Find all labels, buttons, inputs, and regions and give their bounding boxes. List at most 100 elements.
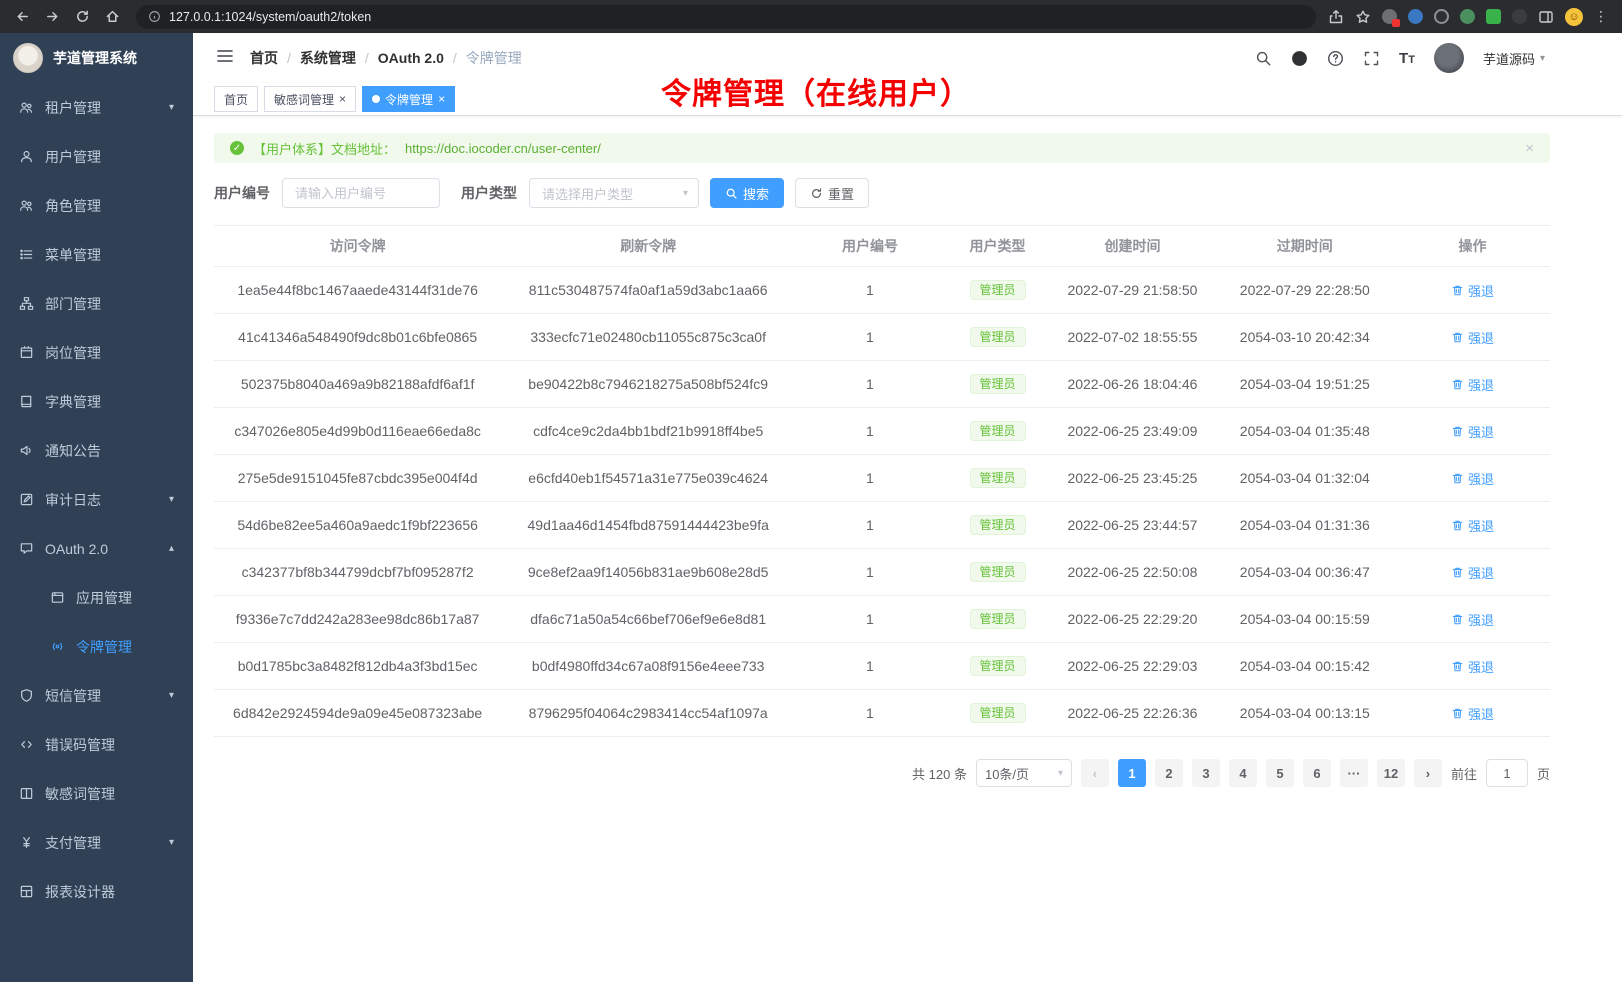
search-icon	[725, 187, 738, 200]
page-button-12[interactable]: 12	[1377, 759, 1405, 787]
extension-icon[interactable]	[1434, 9, 1449, 24]
sidebar-item-audit-log[interactable]: 审计日志 ▾	[0, 475, 193, 524]
browser-profile-avatar[interactable]: ☺	[1565, 8, 1583, 26]
tab-sensitive-word[interactable]: 敏感词管理 ×	[264, 86, 356, 112]
extension-icon[interactable]	[1408, 9, 1423, 24]
trash-icon	[1451, 472, 1464, 485]
reset-button[interactable]: 重置	[795, 178, 869, 208]
tab-home[interactable]: 首页	[214, 86, 258, 112]
sidebar-item-error-code[interactable]: 错误码管理	[0, 720, 193, 769]
collapse-sidebar-button[interactable]	[216, 47, 234, 70]
sidebar-item-report-designer[interactable]: 报表设计器	[0, 867, 193, 916]
force-logout-button[interactable]: 强退	[1451, 610, 1494, 629]
user-id-cell: 1	[795, 314, 945, 361]
sidebar-item-tenant[interactable]: 租户管理 ▾	[0, 83, 193, 132]
force-logout-button[interactable]: 强退	[1451, 281, 1494, 300]
alert-close-icon[interactable]: ×	[1525, 140, 1534, 157]
user-id-input[interactable]	[282, 178, 440, 208]
sidebar-item-post[interactable]: 岗位管理	[0, 328, 193, 377]
sidebar-item-user[interactable]: 用户管理	[0, 132, 193, 181]
access-token-cell: c342377bf8b344799dcbf7bf095287f2	[214, 549, 501, 596]
access-token-cell: f9336e7c7dd242a283ee98dc86b17a87	[214, 596, 501, 643]
share-icon[interactable]	[1328, 9, 1344, 25]
extension-icon[interactable]	[1382, 9, 1397, 24]
side-panel-icon[interactable]	[1538, 9, 1554, 25]
sidebar-item-notice[interactable]: 通知公告	[0, 426, 193, 475]
access-token-cell: 6d842e2924594de9a09e45e087323abe	[214, 690, 501, 737]
force-logout-button[interactable]: 强退	[1451, 422, 1494, 441]
expires-at-cell: 2022-07-29 22:28:50	[1215, 267, 1395, 314]
page-size-select[interactable]: 10条/页 ▾	[976, 759, 1072, 787]
access-token-cell: 502375b8040a469a9b82188afdf6af1f	[214, 361, 501, 408]
breadcrumb-oauth2[interactable]: OAuth 2.0	[378, 50, 444, 66]
table-row: 275e5de9151045fe87cbdc395e004f4d e6cfd40…	[214, 455, 1550, 502]
table-row: 502375b8040a469a9b82188afdf6af1f be90422…	[214, 361, 1550, 408]
page-button-3[interactable]: 3	[1192, 759, 1220, 787]
user-dropdown[interactable]: 芋道源码 ▾	[1483, 49, 1545, 68]
access-token-cell: 1ea5e44f8bc1467aaede43144f31de76	[214, 267, 501, 314]
tab-token[interactable]: 令牌管理 ×	[362, 86, 455, 112]
force-logout-button[interactable]: 强退	[1451, 563, 1494, 582]
page-button-5[interactable]: 5	[1266, 759, 1294, 787]
github-icon[interactable]	[1291, 50, 1308, 67]
prev-page-button[interactable]: ‹	[1081, 759, 1109, 787]
sidebar-item-dict[interactable]: 字典管理	[0, 377, 193, 426]
app-logo[interactable]: 芋道管理系统	[0, 33, 193, 83]
force-logout-button[interactable]: 强退	[1451, 375, 1494, 394]
fullscreen-icon[interactable]	[1363, 50, 1380, 67]
sidebar-item-oauth2[interactable]: OAuth 2.0 ▴	[0, 524, 193, 573]
font-size-icon[interactable]: TT	[1399, 50, 1415, 67]
extensions-puzzle-icon[interactable]	[1486, 9, 1501, 24]
col-expires-at: 过期时间	[1215, 226, 1395, 267]
user-type-select[interactable]: 请选择用户类型 ▾	[529, 178, 699, 208]
force-logout-button[interactable]: 强退	[1451, 704, 1494, 723]
user-type-cell: 管理员	[945, 361, 1051, 408]
access-token-cell: 275e5de9151045fe87cbdc395e004f4d	[214, 455, 501, 502]
page-button-2[interactable]: 2	[1155, 759, 1183, 787]
bookmark-star-icon[interactable]	[1355, 9, 1371, 25]
sidebar-item-oauth2-token[interactable]: 令牌管理	[0, 622, 193, 671]
created-at-cell: 2022-06-25 22:50:08	[1050, 549, 1214, 596]
user-avatar[interactable]	[1434, 43, 1464, 73]
force-logout-button[interactable]: 强退	[1451, 657, 1494, 676]
next-page-button[interactable]: ›	[1414, 759, 1442, 787]
sidebar-item-pay[interactable]: 支付管理 ▾	[0, 818, 193, 867]
help-icon[interactable]	[1327, 50, 1344, 67]
close-icon[interactable]: ×	[339, 93, 346, 105]
search-button[interactable]: 搜索	[710, 178, 784, 208]
browser-menu-icon[interactable]: ⋮	[1594, 8, 1608, 25]
extension-icon[interactable]	[1460, 9, 1475, 24]
action-cell: 强退	[1395, 596, 1550, 643]
url-text: 127.0.0.1:1024/system/oauth2/token	[169, 10, 371, 24]
col-user-type: 用户类型	[945, 226, 1051, 267]
sidebar-item-menu[interactable]: 菜单管理	[0, 230, 193, 279]
sidebar-item-role[interactable]: 角色管理	[0, 181, 193, 230]
address-bar[interactable]: 127.0.0.1:1024/system/oauth2/token	[136, 5, 1316, 29]
table-row: b0d1785bc3a8482f812db4a3f3bd15ec b0df498…	[214, 643, 1550, 690]
search-icon[interactable]	[1255, 50, 1272, 67]
close-icon[interactable]: ×	[438, 93, 445, 105]
sidebar-item-dept[interactable]: 部门管理	[0, 279, 193, 328]
browser-reload-button[interactable]	[70, 5, 94, 29]
alert-text: 【用户体系】文档地址：	[253, 139, 396, 158]
more-pages-button[interactable]: ···	[1340, 759, 1368, 787]
created-at-cell: 2022-07-29 21:58:50	[1050, 267, 1214, 314]
page-button-1[interactable]: 1	[1118, 759, 1146, 787]
breadcrumb-home[interactable]: 首页	[250, 48, 278, 68]
browser-back-button[interactable]	[10, 5, 34, 29]
force-logout-button[interactable]: 强退	[1451, 469, 1494, 488]
extension-icon[interactable]	[1512, 9, 1527, 24]
browser-forward-button[interactable]	[40, 5, 64, 29]
sidebar-item-oauth2-app[interactable]: 应用管理	[0, 573, 193, 622]
breadcrumb-system[interactable]: 系统管理	[300, 48, 356, 68]
pagination: 共 120 条 10条/页 ▾ ‹ 1 2 3 4 5 6 ··· 12 › 前…	[214, 759, 1550, 787]
browser-home-button[interactable]	[100, 5, 124, 29]
page-button-6[interactable]: 6	[1303, 759, 1331, 787]
page-button-4[interactable]: 4	[1229, 759, 1257, 787]
goto-page-input[interactable]	[1486, 759, 1528, 787]
force-logout-button[interactable]: 强退	[1451, 328, 1494, 347]
force-logout-button[interactable]: 强退	[1451, 516, 1494, 535]
sidebar-item-sms[interactable]: 短信管理 ▾	[0, 671, 193, 720]
sidebar-item-sensitive-word[interactable]: 敏感词管理	[0, 769, 193, 818]
doc-link[interactable]: https://doc.iocoder.cn/user-center/	[405, 141, 601, 156]
